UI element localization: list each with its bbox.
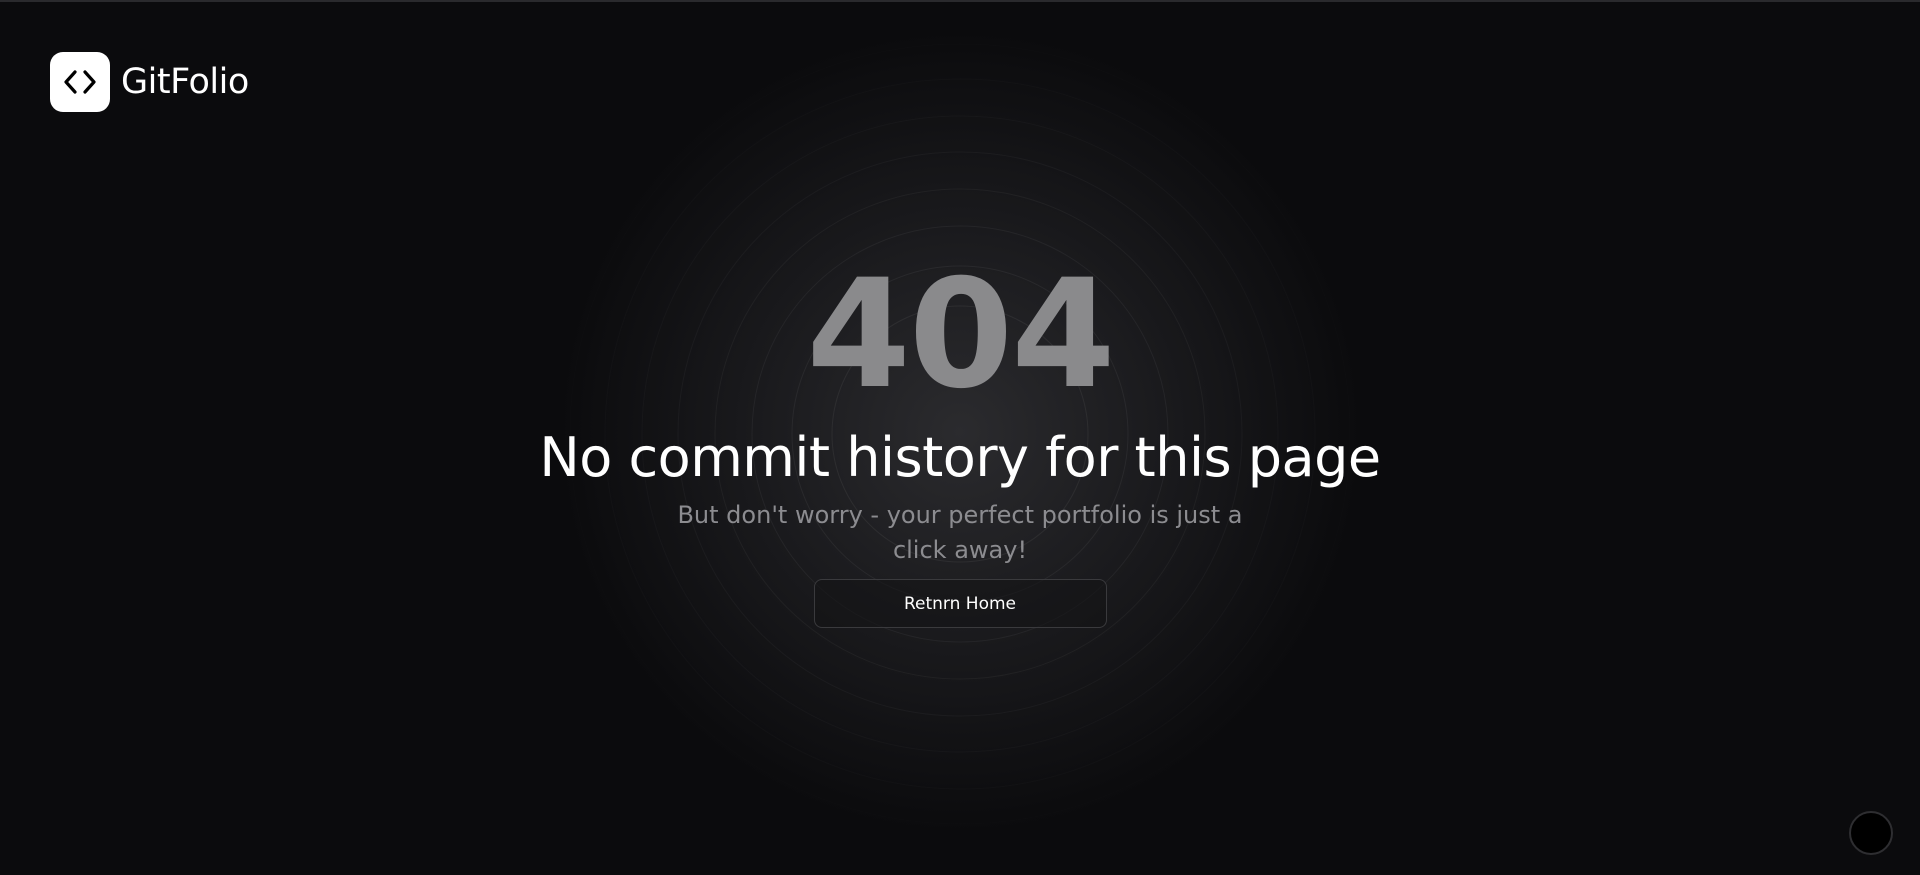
logo-link[interactable]: GitFolio [50, 52, 249, 112]
error-message: But don't worry - your perfect portfolio… [677, 501, 1243, 564]
error-title: No commit history for this page [539, 426, 1381, 489]
code-brackets-icon [64, 70, 96, 94]
error-content: 404 No commit history for this page But … [0, 260, 1920, 628]
return-home-button[interactable]: Retnrn Home [813, 579, 1107, 628]
logo-mark [50, 52, 110, 112]
brand-name: GitFolio [121, 61, 249, 102]
error-code: 404 [806, 248, 1115, 422]
floating-circle-button[interactable] [1849, 811, 1893, 855]
not-found-page: GitFolio 404 No commit history for this … [0, 0, 1920, 875]
